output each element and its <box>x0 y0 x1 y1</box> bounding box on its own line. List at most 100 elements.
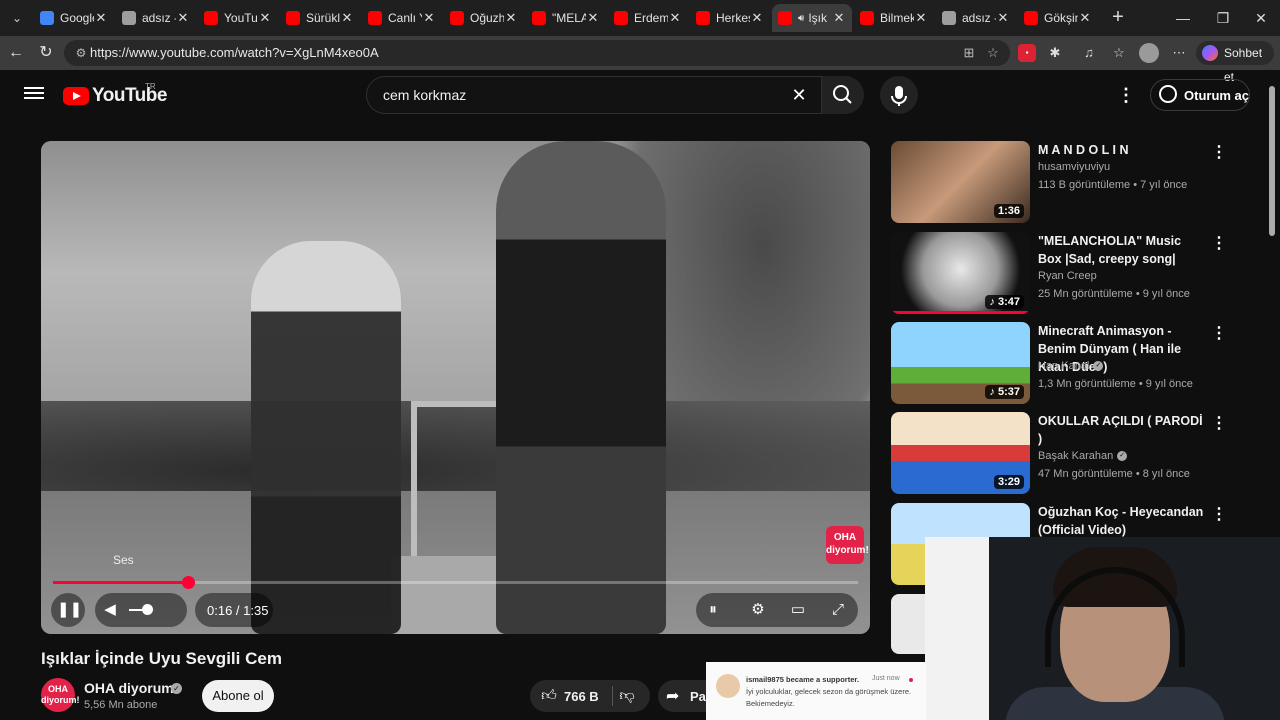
scrollbar-thumb[interactable] <box>1269 86 1275 236</box>
theater-mode-icon[interactable]: ▭ <box>787 599 809 621</box>
search-button[interactable] <box>822 76 864 114</box>
channel-avatar[interactable]: OHA diyorum! <box>41 678 80 712</box>
dislike-icon[interactable]: 👎︎ <box>618 686 636 706</box>
hamburger-icon[interactable] <box>24 84 44 104</box>
tab-close-icon[interactable]: ✕ <box>422 10 436 26</box>
tab-close-icon[interactable]: ✕ <box>176 10 190 26</box>
channel-name[interactable]: OHA diyorum! <box>84 680 178 696</box>
recommendation-thumbnail[interactable]: 3:29 <box>891 412 1030 494</box>
browser-tab[interactable]: YouTub✕ <box>198 4 278 32</box>
tab-close-icon[interactable]: ✕ <box>586 10 600 26</box>
profile-avatar[interactable] <box>1139 43 1159 63</box>
search-input[interactable]: cem korkmaz ✕ <box>366 76 822 114</box>
fullscreen-icon[interactable]: ⤢ <box>827 599 849 621</box>
recommendation-thumbnail[interactable]: ♪ 3:47 <box>891 232 1030 314</box>
recommendation-title[interactable]: "MELANCHOLIA" Music Box |Sad, creepy son… <box>1038 232 1208 268</box>
signin-button[interactable]: Oturum aç <box>1150 79 1250 111</box>
recommendation-menu-icon[interactable]: ⋮ <box>1209 414 1229 434</box>
recommendation-item[interactable]: 3:29 OKULLAR AÇILDI ( PARODİ ) Başak Karah… <box>891 412 1251 496</box>
browser-tab[interactable]: Erdem A✕ <box>608 4 688 32</box>
tab-title: Gökşin <box>1044 11 1078 25</box>
recommendation-menu-icon[interactable]: ⋮ <box>1209 505 1229 525</box>
new-tab-button[interactable]: + <box>1106 6 1130 30</box>
recommendation-thumbnail[interactable]: 1:36 <box>891 141 1030 223</box>
reload-icon[interactable]: ↻ <box>34 41 58 65</box>
browser-tab[interactable]: 🔊︎ Işık ✕ <box>772 4 852 32</box>
favorites-icon[interactable]: ☆ <box>1110 44 1128 62</box>
recommendation-title[interactable]: OKULLAR AÇILDI ( PARODİ ) <box>1038 412 1208 448</box>
recommendation-thumbnail[interactable]: ♪ 5:37 <box>891 322 1030 404</box>
recommendation-menu-icon[interactable]: ⋮ <box>1209 143 1229 163</box>
like-count[interactable]: 766 B <box>564 689 599 704</box>
browser-tab[interactable]: Bilmek ✕ <box>854 4 934 32</box>
browser-tab[interactable]: Oğuzha✕ <box>444 4 524 32</box>
gear-icon[interactable]: ⚙ <box>747 599 769 621</box>
tab-close-icon[interactable]: ✕ <box>94 10 108 26</box>
address-bar[interactable]: ⚙ https://www.youtube.com/watch?v=XgLnM4… <box>64 40 1010 66</box>
browser-tab[interactable]: Canlı Ya✕ <box>362 4 442 32</box>
browser-tab[interactable]: Gökşin ✕ <box>1018 4 1098 32</box>
volume-icon[interactable]: ◀ <box>99 599 121 621</box>
tab-favicon-icon <box>860 11 874 25</box>
recommendation-menu-icon[interactable]: ⋮ <box>1209 234 1229 254</box>
verified-check-icon: ✓ <box>1093 361 1104 372</box>
browser-tab[interactable]: adsız - I✕ <box>116 4 196 32</box>
verified-check-icon: ✓ <box>171 683 182 694</box>
browser-tab-strip: ⌄ Google✕adsız - I✕YouTub✕Sürükle✕Canlı … <box>0 0 1280 36</box>
tab-close-icon[interactable]: ✕ <box>504 10 518 26</box>
extension-icon[interactable]: ▪ <box>1018 44 1036 62</box>
clear-search-icon[interactable]: ✕ <box>787 83 811 107</box>
progress-bar[interactable] <box>53 576 858 589</box>
browser-tab[interactable]: adsız - I✕ <box>936 4 1016 32</box>
tab-favicon-icon <box>532 11 546 25</box>
media-control-icon[interactable]: ♫ <box>1080 44 1098 62</box>
page-scrollbar[interactable] <box>1268 72 1276 532</box>
subscribe-button[interactable]: Abone ol <box>202 680 274 712</box>
youtube-logo[interactable]: YouTube TR <box>63 82 167 107</box>
recommendation-item[interactable]: ♪ 5:37 Minecraft Animasyon - Benim Dünyam… <box>891 322 1251 406</box>
tab-close-icon[interactable]: ✕ <box>668 10 682 26</box>
tab-close-icon[interactable]: ✕ <box>914 10 928 26</box>
tab-audio-icon[interactable]: 🔊︎ <box>798 13 804 24</box>
autoplay-toggle-icon[interactable]: ⏸ <box>702 599 724 621</box>
progress-played <box>53 581 189 584</box>
recommendation-item[interactable]: ♪ 3:47 "MELANCHOLIA" Music Box |Sad, cree… <box>891 232 1251 316</box>
volume-knob[interactable] <box>142 604 153 615</box>
site-info-icon[interactable]: ⚙ <box>72 44 90 62</box>
tab-close-icon[interactable]: ✕ <box>1078 10 1092 26</box>
tab-close-icon[interactable]: ✕ <box>340 10 354 26</box>
channel-watermark-logo[interactable]: OHA diyorum! <box>826 526 869 564</box>
extensions-puzzle-icon[interactable]: ✱ <box>1046 44 1064 62</box>
tab-search-icon[interactable]: ⌄ <box>6 8 28 28</box>
recommendation-menu-icon[interactable]: ⋮ <box>1209 324 1229 344</box>
tab-close-icon[interactable]: ✕ <box>750 10 764 26</box>
recommendation-item[interactable]: 1:36 M A N D O L I N husamviyuviyu 113 B gö… <box>891 141 1251 225</box>
back-icon[interactable]: ← <box>4 41 28 65</box>
recommendation-channel[interactable]: Han Kanal ✓ <box>1038 360 1104 372</box>
browser-tab[interactable]: Sürükle✕ <box>280 4 360 32</box>
recommendation-title[interactable]: Oğuzhan Koç - Heyecandan (Official Video… <box>1038 503 1208 539</box>
pause-icon[interactable]: ❚❚ <box>57 599 82 621</box>
recommendation-channel[interactable]: husamviyuviyu <box>1038 161 1110 173</box>
minimize-button[interactable]: — <box>1168 6 1198 30</box>
video-player[interactable]: OHA diyorum! Ses ❚❚ ◀ 0:16 / 1:35 ⏸ ⚙ ▭ ⤢ <box>41 141 870 634</box>
browser-tab[interactable]: "MELAN✕ <box>526 4 606 32</box>
voice-search-button[interactable] <box>880 76 918 114</box>
close-window-button[interactable]: ✕ <box>1246 6 1276 30</box>
copilot-button[interactable]: Sohbet et <box>1196 41 1274 84</box>
tab-close-icon[interactable]: ✕ <box>832 10 846 26</box>
recommendation-channel[interactable]: Başak Karahan ✓ <box>1038 450 1128 462</box>
recommendation-channel[interactable]: Ryan Creep <box>1038 270 1097 282</box>
like-icon[interactable]: 👍︎ <box>540 686 558 706</box>
browser-tab[interactable]: Google✕ <box>34 4 114 32</box>
browser-tab[interactable]: Herkes✕ <box>690 4 770 32</box>
more-options-icon[interactable]: ⋯ <box>1170 44 1188 62</box>
settings-kebab-icon[interactable]: ⋮ <box>1116 85 1136 105</box>
notification-time: Just now <box>872 675 900 682</box>
recommendation-title[interactable]: M A N D O L I N <box>1038 141 1208 159</box>
maximize-button[interactable]: ❐ <box>1208 6 1238 30</box>
install-app-icon[interactable]: ⊞ <box>960 44 978 62</box>
tab-close-icon[interactable]: ✕ <box>996 10 1010 26</box>
tab-close-icon[interactable]: ✕ <box>258 10 272 26</box>
bookmark-star-icon[interactable]: ☆ <box>984 44 1002 62</box>
